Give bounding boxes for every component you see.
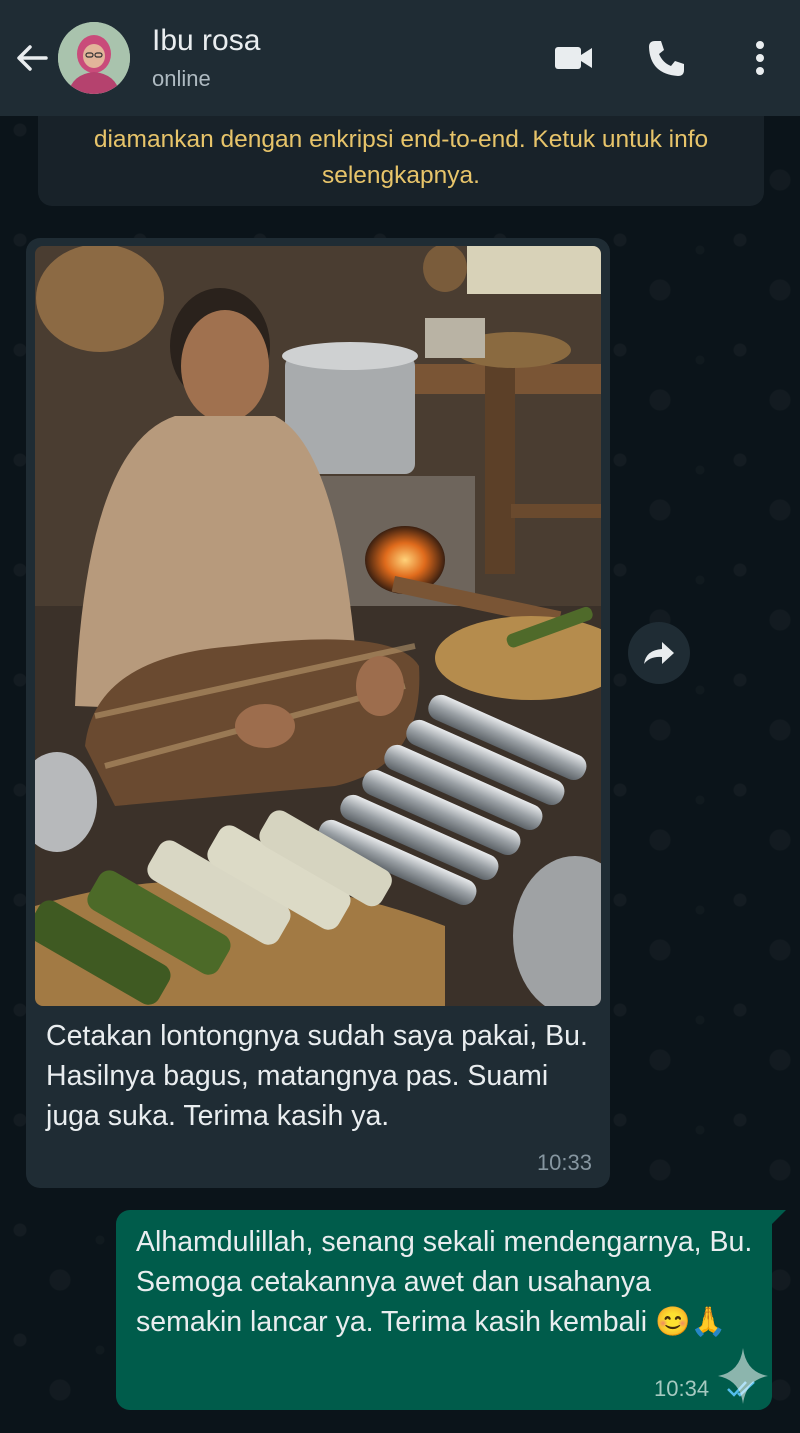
message-photo[interactable] [35, 246, 601, 1006]
chat-header: Ibu rosa online [0, 0, 800, 116]
contact-status: online [152, 66, 211, 91]
avatar[interactable] [58, 22, 130, 94]
sparkle-icon [716, 1346, 770, 1406]
forward-icon [644, 642, 674, 664]
message-time: 10:34 [654, 1376, 710, 1401]
message-time: 10:33 [536, 1150, 592, 1175]
phone-icon[interactable] [644, 36, 688, 80]
contact-name[interactable]: Ibu rosa [152, 24, 260, 58]
video-call-icon[interactable] [552, 36, 596, 80]
more-options-icon[interactable] [738, 36, 782, 80]
bubble-tail [770, 1210, 786, 1226]
message-text: Cetakan lontongnya sudah saya pakai, Bu.… [46, 1020, 588, 1132]
outgoing-message-bubble[interactable]: Alhamdulillah, senang sekali mendengarny… [116, 1210, 772, 1410]
message-text: Alhamdulillah, senang sekali mendengarny… [136, 1226, 753, 1338]
incoming-message-bubble[interactable]: Cetakan lontongnya sudah saya pakai, Bu.… [26, 238, 610, 1188]
forward-button[interactable] [628, 622, 690, 684]
encryption-notice[interactable]: diamankan dengan enkripsi end-to-end. Ke… [38, 116, 764, 206]
back-arrow-icon[interactable] [12, 38, 52, 78]
